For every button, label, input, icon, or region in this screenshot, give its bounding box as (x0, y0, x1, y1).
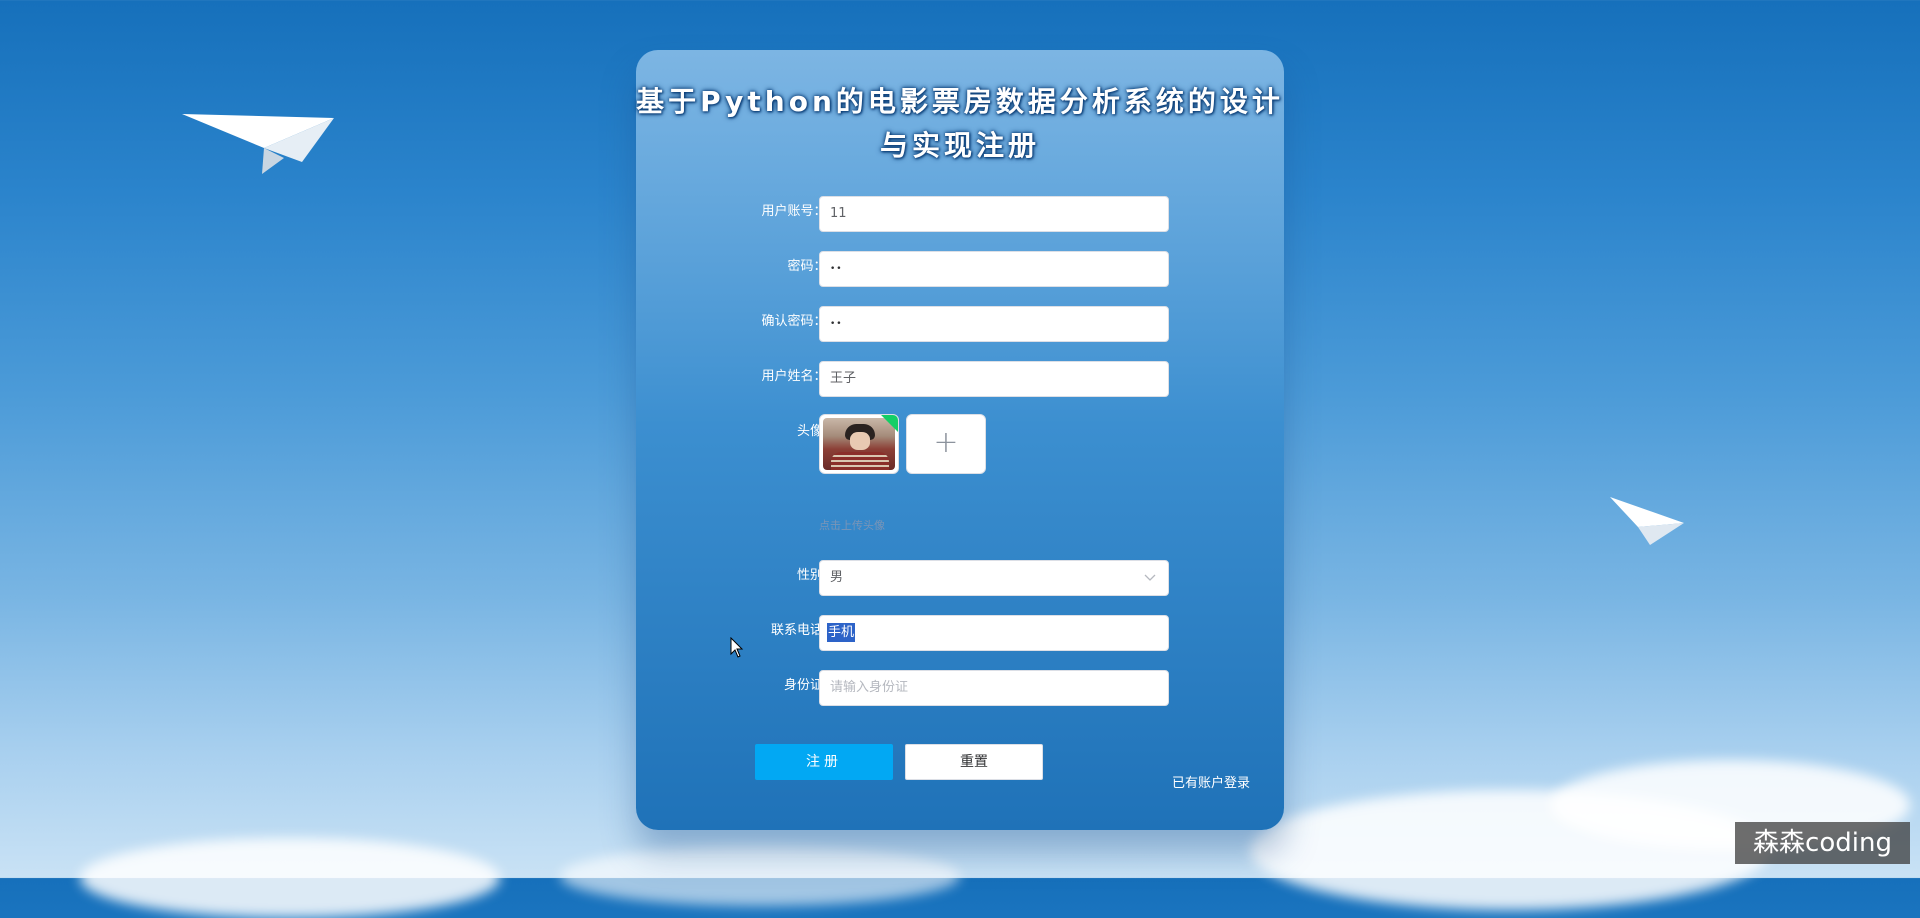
paper-plane-icon (182, 114, 334, 174)
phone-label: 联系电话： (770, 623, 836, 638)
gender-select[interactable]: 男 (819, 560, 1169, 596)
phone-selected-text: 手机 (827, 623, 856, 642)
reset-button[interactable]: 重置 (905, 744, 1043, 780)
gender-label: 性别： (796, 568, 836, 583)
avatar-label: 头像： (796, 424, 836, 439)
register-button[interactable]: 注册 (755, 744, 893, 780)
register-card: 基于Python的电影票房数据分析系统的设计与实现注册 用户账号：* 11 密码… (636, 50, 1284, 830)
avatar-image (823, 418, 895, 470)
phone-input[interactable]: 手机 (819, 615, 1169, 651)
cloud-decoration (560, 846, 960, 906)
avatar-upload-tip: 点击上传头像 (819, 519, 885, 532)
cloud-decoration (80, 838, 500, 918)
password-input[interactable]: •• (819, 251, 1169, 287)
page-title: 基于Python的电影票房数据分析系统的设计与实现注册 (636, 85, 1284, 162)
avatar-thumbnail[interactable] (819, 414, 899, 474)
id-card-input[interactable]: 请输入身份证 (819, 670, 1169, 706)
login-link[interactable]: 已有账户登录 (1172, 772, 1250, 791)
fullname-input[interactable]: 王子 (819, 361, 1169, 397)
fullname-label: 用户姓名：* (656, 369, 836, 385)
password-label: 密码：* (656, 259, 836, 275)
id-card-label: 身份证： (783, 678, 836, 693)
username-label: 用户账号：* (656, 204, 836, 220)
confirm-password-label: 确认密码：* (656, 314, 836, 330)
chevron-down-icon (1144, 561, 1156, 608)
gender-value: 男 (830, 570, 844, 585)
mouse-pointer-icon (730, 637, 744, 658)
confirm-password-input[interactable]: •• (819, 306, 1169, 342)
watermark: 森森coding (1735, 822, 1910, 864)
paper-plane-icon (1610, 497, 1684, 545)
username-input[interactable]: 11 (819, 196, 1169, 232)
plus-icon[interactable]: + (906, 414, 986, 474)
